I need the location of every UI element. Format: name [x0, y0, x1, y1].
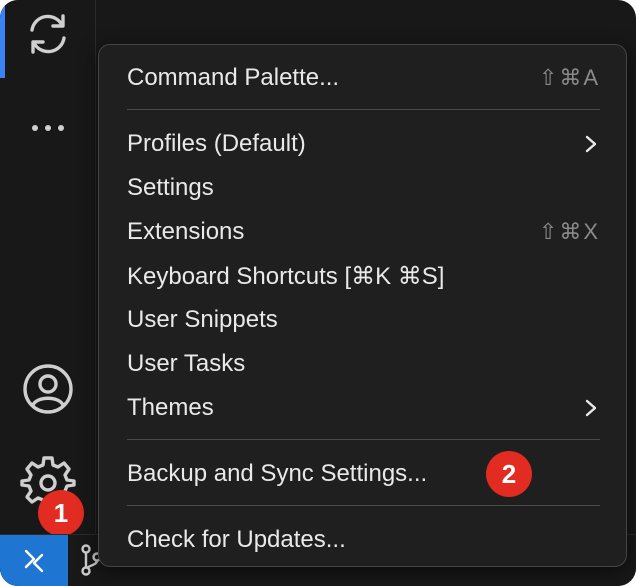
menu-item-command-palette[interactable]: Command Palette... ⇧⌘A — [99, 56, 626, 100]
step-badge-2: 2 — [486, 451, 532, 497]
menu-item-shortcut: ⇧⌘A — [538, 65, 600, 90]
menu-item-label: Profiles (Default) — [127, 130, 306, 157]
menu-item-backup-and-sync[interactable]: Backup and Sync Settings... — [99, 452, 626, 496]
chevron-right-icon — [585, 135, 597, 153]
menu-separator — [127, 439, 600, 440]
remote-indicator-button[interactable] — [0, 535, 68, 586]
menu-item-settings[interactable]: Settings — [99, 166, 626, 210]
menu-item-themes[interactable]: Themes — [99, 386, 626, 430]
menu-item-shortcut: ⇧⌘X — [538, 219, 600, 244]
remote-icon — [24, 549, 44, 573]
menu-item-label: Command Palette... — [127, 64, 340, 91]
menu-item-extensions[interactable]: Extensions ⇧⌘X — [99, 210, 626, 254]
menu-separator — [127, 109, 600, 110]
menu-item-label: Settings — [127, 174, 214, 201]
menu-item-label: Themes — [127, 394, 214, 421]
menu-item-label: User Snippets — [127, 306, 278, 333]
menu-item-label: Keyboard Shortcuts [⌘K ⌘S] — [127, 262, 445, 290]
sync-icon[interactable] — [22, 8, 74, 60]
menu-item-keyboard-shortcuts[interactable]: Keyboard Shortcuts [⌘K ⌘S] — [99, 254, 626, 298]
menu-item-label: Backup and Sync Settings... — [127, 460, 428, 487]
menu-item-label: Extensions — [127, 218, 245, 245]
chevron-right-icon — [585, 399, 597, 417]
more-icon[interactable] — [22, 102, 74, 154]
menu-item-label: User Tasks — [127, 350, 246, 377]
menu-item-user-tasks[interactable]: User Tasks — [99, 342, 626, 386]
menu-item-check-for-updates[interactable]: Check for Updates... — [99, 518, 626, 562]
activity-bar: 1 — [0, 0, 96, 586]
account-icon[interactable] — [20, 361, 76, 417]
menu-item-profiles[interactable]: Profiles (Default) — [99, 122, 626, 166]
vscode-window: 1 Command Palette... ⇧⌘A Profiles (Defau… — [0, 0, 636, 586]
menu-item-label: Check for Updates... — [127, 526, 346, 553]
manage-menu: Command Palette... ⇧⌘A Profiles (Default… — [98, 44, 627, 567]
menu-separator — [127, 505, 600, 506]
step-badge-1: 1 — [38, 490, 84, 536]
active-indicator — [0, 0, 5, 78]
menu-item-user-snippets[interactable]: User Snippets — [99, 298, 626, 342]
